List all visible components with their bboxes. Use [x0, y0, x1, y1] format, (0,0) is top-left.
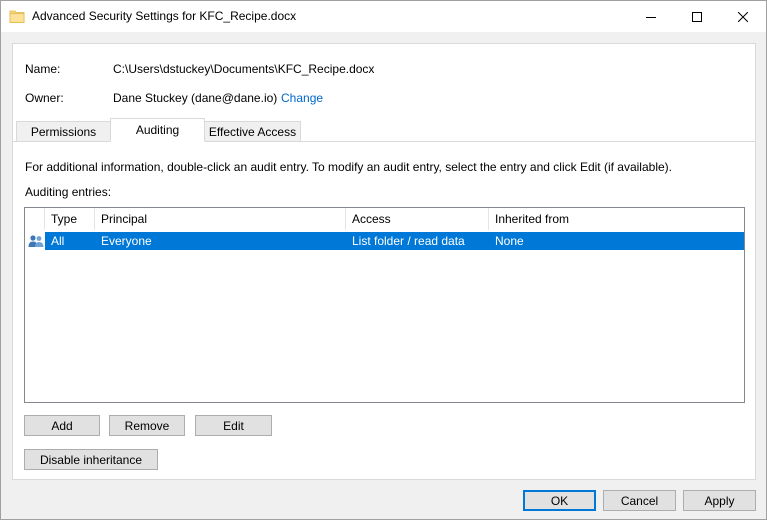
title-bar[interactable]: Advanced Security Settings for KFC_Recip… [1, 1, 766, 32]
close-icon [738, 11, 748, 22]
apply-button[interactable]: Apply [683, 490, 756, 511]
cell-inherited-from: None [495, 234, 524, 248]
auditing-entries-list[interactable]: Type Principal Access Inherited from All… [24, 207, 745, 403]
cell-access: List folder / read data [352, 234, 465, 248]
owner-value: Dane Stuckey (dane@dane.io) [113, 91, 278, 105]
cancel-button[interactable]: Cancel [603, 490, 676, 511]
auditing-info-text: For additional information, double-click… [25, 160, 672, 174]
edit-button[interactable]: Edit [195, 415, 272, 436]
disable-inheritance-button[interactable]: Disable inheritance [24, 449, 158, 470]
users-icon [28, 233, 44, 249]
change-owner-link[interactable]: Change [281, 91, 323, 105]
maximize-button[interactable] [674, 1, 720, 32]
column-header-principal[interactable]: Principal [95, 208, 346, 230]
tab-effective-access[interactable]: Effective Access [204, 121, 301, 142]
list-header: Type Principal Access Inherited from [25, 208, 744, 230]
content-panel: Name: C:\Users\dstuckey\Documents\KFC_Re… [12, 43, 756, 480]
column-header-type[interactable]: Type [45, 208, 95, 230]
table-row[interactable]: All Everyone List folder / read data Non… [45, 232, 744, 250]
auditing-entries-label: Auditing entries: [25, 185, 112, 199]
tab-permissions[interactable]: Permissions [16, 121, 111, 142]
ok-button[interactable]: OK [523, 490, 596, 511]
column-header-icon[interactable] [25, 208, 45, 230]
column-header-inherited-from[interactable]: Inherited from [489, 208, 744, 230]
window-title: Advanced Security Settings for KFC_Recip… [32, 9, 297, 23]
maximize-icon [692, 11, 702, 22]
name-label: Name: [25, 62, 61, 76]
minimize-button[interactable] [628, 1, 674, 32]
folder-icon [9, 8, 25, 24]
remove-button[interactable]: Remove [109, 415, 185, 436]
cell-type: All [51, 234, 65, 248]
add-button[interactable]: Add [24, 415, 100, 436]
cell-principal: Everyone [101, 234, 152, 248]
owner-label: Owner: [25, 91, 64, 105]
tab-auditing[interactable]: Auditing [110, 118, 205, 142]
minimize-icon [646, 16, 656, 18]
column-header-access[interactable]: Access [346, 208, 489, 230]
advanced-security-settings-window: Advanced Security Settings for KFC_Recip… [0, 0, 767, 520]
close-button[interactable] [720, 1, 766, 32]
name-value: C:\Users\dstuckey\Documents\KFC_Recipe.d… [113, 62, 375, 76]
